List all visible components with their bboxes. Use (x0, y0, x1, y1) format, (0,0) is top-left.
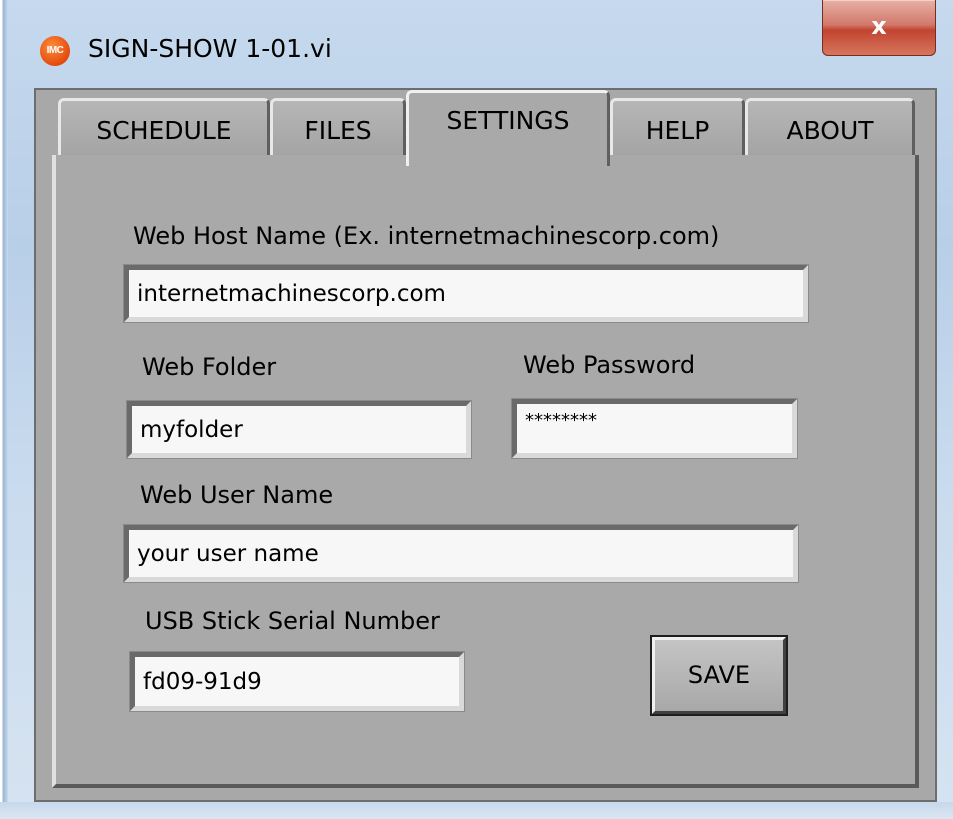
close-button[interactable]: x (822, 0, 936, 56)
window-border (0, 0, 8, 819)
save-button[interactable]: SAVE (650, 635, 788, 716)
usb-serial-label: USB Stick Serial Number (145, 607, 440, 635)
tab-settings-label: SETTINGS (446, 106, 570, 135)
web-host-input[interactable] (137, 280, 803, 307)
web-user-input[interactable] (137, 540, 793, 567)
app-window: IMC SIGN-SHOW 1-01.vi x SCHEDULE FILES S… (0, 0, 953, 819)
window-bottom-frame (0, 802, 953, 819)
web-host-label: Web Host Name (Ex. internetmachinescorp.… (133, 222, 720, 250)
usb-serial-input[interactable] (143, 668, 459, 695)
web-password-label: Web Password (523, 351, 696, 379)
title-bar[interactable]: IMC SIGN-SHOW 1-01.vi x (0, 0, 953, 88)
web-user-field[interactable] (123, 524, 799, 583)
tab-settings[interactable]: SETTINGS (406, 90, 610, 166)
app-logo-icon: IMC (40, 36, 70, 66)
tab-schedule-label: SCHEDULE (96, 116, 232, 145)
save-button-label: SAVE (687, 661, 751, 689)
tab-files[interactable]: FILES (270, 98, 406, 162)
tab-files-label: FILES (304, 116, 372, 145)
window-title: SIGN-SHOW 1-01.vi (88, 34, 332, 63)
tab-help[interactable]: HELP (610, 98, 745, 162)
tab-about-label: ABOUT (786, 116, 874, 145)
tab-help-label: HELP (645, 116, 710, 145)
web-folder-input[interactable] (140, 416, 466, 443)
tab-about[interactable]: ABOUT (745, 98, 915, 162)
web-folder-field[interactable] (126, 400, 472, 459)
web-host-field[interactable] (123, 264, 809, 323)
usb-serial-field[interactable] (129, 651, 465, 712)
web-password-field[interactable]: ******** (511, 398, 798, 459)
tab-schedule[interactable]: SCHEDULE (58, 98, 270, 162)
web-user-label: Web User Name (140, 481, 334, 509)
close-icon: x (871, 12, 887, 40)
web-password-value: ******** (525, 410, 597, 431)
web-folder-label: Web Folder (142, 353, 277, 381)
